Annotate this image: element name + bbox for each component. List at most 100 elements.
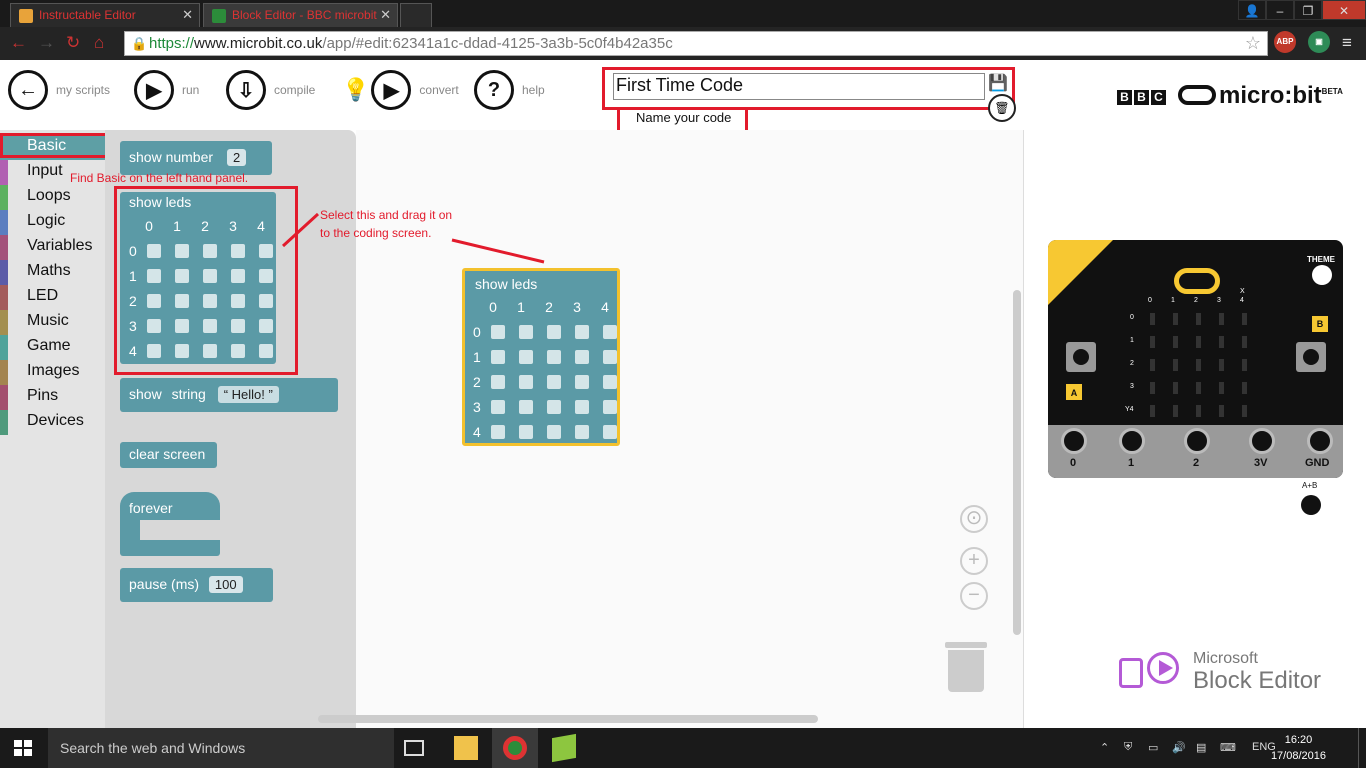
- recenter-icon[interactable]: ⊙: [960, 505, 988, 533]
- led-cell[interactable]: [575, 324, 589, 339]
- led-cell[interactable]: [575, 424, 589, 439]
- category-music[interactable]: Music: [0, 310, 105, 335]
- pause-block[interactable]: pause (ms) 100: [120, 568, 273, 602]
- taskbar-search[interactable]: Search the web and Windows: [48, 728, 394, 768]
- led-cell[interactable]: [547, 324, 561, 339]
- security-icon[interactable]: ⛨: [1124, 741, 1132, 754]
- pin-1[interactable]: [1119, 428, 1145, 454]
- back-icon[interactable]: ←: [10, 33, 27, 53]
- zoom-in-icon[interactable]: +: [960, 547, 988, 575]
- zoom-out-icon[interactable]: −: [960, 582, 988, 610]
- bookmark-star-icon[interactable]: ☆: [1245, 33, 1261, 54]
- close-icon[interactable]: ✕: [182, 7, 193, 23]
- ab-button[interactable]: [1301, 495, 1321, 515]
- my-scripts-button[interactable]: ← my scripts: [8, 70, 110, 110]
- led-cell[interactable]: [519, 324, 533, 339]
- show-string-block[interactable]: show string “ Hello! ”: [120, 378, 338, 412]
- led-cell[interactable]: [519, 424, 533, 439]
- led-cell[interactable]: [575, 374, 589, 389]
- led-cell[interactable]: [575, 349, 589, 364]
- category-maths[interactable]: Maths: [0, 260, 105, 285]
- chrome-taskbar-button[interactable]: [492, 728, 538, 768]
- shield-extension-icon[interactable]: ▣: [1308, 31, 1330, 53]
- show-number-block[interactable]: show number 2: [120, 141, 272, 175]
- pin-2[interactable]: [1184, 428, 1210, 454]
- led-cell[interactable]: [603, 374, 617, 389]
- menu-icon[interactable]: ≡: [1342, 33, 1352, 53]
- clear-screen-block[interactable]: clear screen: [120, 442, 217, 468]
- adblock-plus-icon[interactable]: ABP: [1274, 31, 1296, 53]
- forward-icon[interactable]: →: [38, 33, 55, 53]
- led-cell[interactable]: [547, 349, 561, 364]
- category-logic[interactable]: Logic: [0, 210, 105, 235]
- volume-icon[interactable]: 🔊: [1172, 741, 1186, 754]
- led-cell[interactable]: [603, 424, 617, 439]
- convert-button[interactable]: 💡 ▶ convert: [342, 70, 459, 110]
- number-value[interactable]: 2: [226, 149, 247, 166]
- led-cell[interactable]: [491, 374, 505, 389]
- show-desktop-button[interactable]: [1358, 728, 1366, 768]
- workspace-show-leds-block[interactable]: show leds 0 1 2 3 4 0 1 2 3 4: [462, 268, 620, 446]
- chevron-up-icon[interactable]: ⌃: [1100, 741, 1109, 754]
- workspace-vertical-scrollbar[interactable]: [1013, 290, 1021, 635]
- led-cell[interactable]: [547, 399, 561, 414]
- reload-icon[interactable]: ↻: [66, 33, 80, 53]
- close-icon[interactable]: ✕: [380, 7, 391, 23]
- url-field[interactable]: 🔒 https://www.microbit.co.uk/app/#edit:6…: [124, 31, 1268, 56]
- led-cell[interactable]: [603, 349, 617, 364]
- pin-0[interactable]: [1061, 428, 1087, 454]
- category-loops[interactable]: Loops: [0, 185, 105, 210]
- led-cell[interactable]: [491, 324, 505, 339]
- user-icon[interactable]: 👤: [1238, 0, 1266, 20]
- led-cell[interactable]: [603, 324, 617, 339]
- tab-instructable-editor[interactable]: Instructable Editor ✕: [10, 3, 200, 27]
- tab-block-editor[interactable]: Block Editor - BBC microbit ✕: [203, 3, 398, 27]
- category-images[interactable]: Images: [0, 360, 105, 385]
- led-cell[interactable]: [575, 399, 589, 414]
- battery-icon[interactable]: ▭: [1148, 741, 1158, 754]
- home-icon[interactable]: ⌂: [94, 33, 104, 53]
- sim-col-label: 4: [1240, 297, 1244, 304]
- keyboard-icon[interactable]: ⌨: [1220, 741, 1236, 754]
- pin-gnd[interactable]: [1307, 428, 1333, 454]
- led-cell[interactable]: [519, 374, 533, 389]
- file-explorer-icon[interactable]: [454, 736, 478, 760]
- category-pins[interactable]: Pins: [0, 385, 105, 410]
- task-view-icon[interactable]: [404, 740, 424, 756]
- notifications-icon[interactable]: ▤: [1196, 741, 1206, 754]
- led-cell[interactable]: [491, 399, 505, 414]
- new-tab-button[interactable]: [400, 3, 432, 27]
- category-led[interactable]: LED: [0, 285, 105, 310]
- string-value[interactable]: “ Hello! ”: [217, 386, 279, 403]
- delete-icon[interactable]: 🗑: [988, 94, 1016, 122]
- save-icon[interactable]: 💾: [988, 73, 1008, 93]
- sim-button-b[interactable]: [1296, 342, 1326, 372]
- led-cell[interactable]: [603, 399, 617, 414]
- maps-app-icon[interactable]: [552, 733, 576, 763]
- maximize-icon[interactable]: ❐: [1294, 0, 1322, 20]
- run-button[interactable]: ▶ run: [134, 70, 199, 110]
- led-cell[interactable]: [519, 399, 533, 414]
- category-variables[interactable]: Variables: [0, 235, 105, 260]
- led-cell[interactable]: [547, 424, 561, 439]
- script-name-input[interactable]: First Time Code: [613, 73, 985, 100]
- compile-button[interactable]: ⇩ compile: [226, 70, 315, 110]
- category-game[interactable]: Game: [0, 335, 105, 360]
- pause-value[interactable]: 100: [208, 576, 243, 593]
- led-cell[interactable]: [491, 424, 505, 439]
- led-cell[interactable]: [491, 349, 505, 364]
- sim-button-a[interactable]: [1066, 342, 1096, 372]
- led-cell[interactable]: [547, 374, 561, 389]
- trash-icon[interactable]: [945, 642, 987, 692]
- help-button[interactable]: ? help: [474, 70, 545, 110]
- pin-3v[interactable]: [1249, 428, 1275, 454]
- category-devices[interactable]: Devices: [0, 410, 105, 435]
- workspace-horizontal-scrollbar[interactable]: [318, 715, 818, 723]
- forever-block[interactable]: forever: [120, 492, 220, 556]
- minimize-icon[interactable]: –: [1266, 0, 1294, 20]
- windows-start-icon[interactable]: [14, 740, 32, 756]
- theme-toggle[interactable]: [1312, 265, 1332, 285]
- close-window-icon[interactable]: ✕: [1322, 0, 1366, 20]
- taskbar-clock[interactable]: 16:20 17/08/2016: [1271, 732, 1326, 764]
- led-cell[interactable]: [519, 349, 533, 364]
